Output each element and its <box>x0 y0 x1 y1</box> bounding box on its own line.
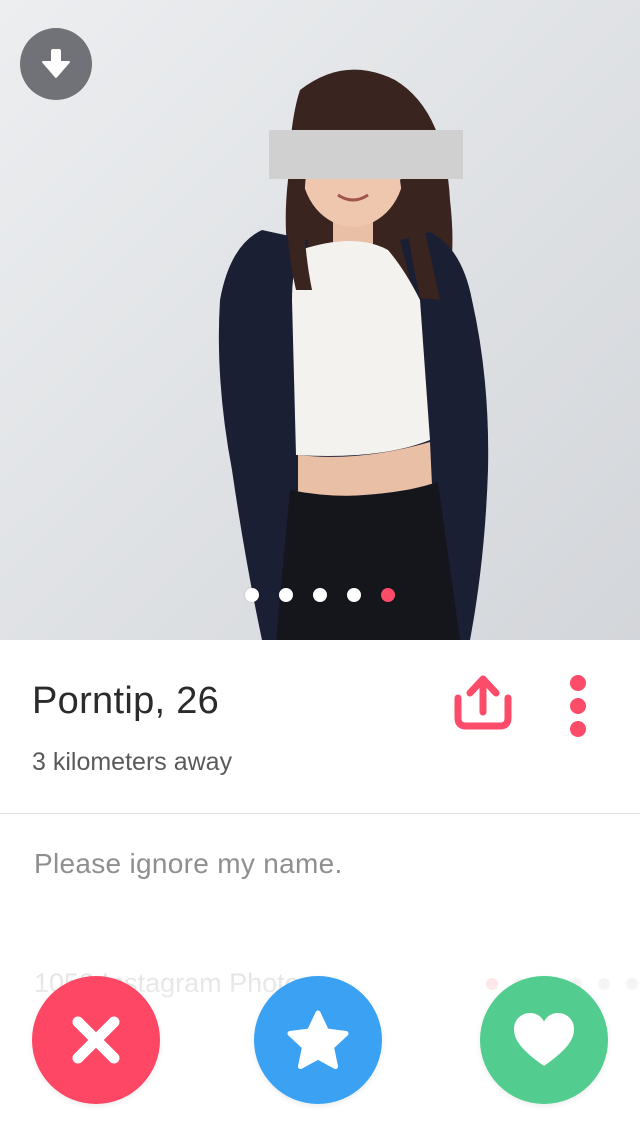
photo-dot[interactable] <box>279 588 293 602</box>
arrow-down-icon <box>42 49 70 78</box>
collapse-profile-button[interactable] <box>20 28 92 100</box>
share-button[interactable] <box>450 670 516 736</box>
profile-photo[interactable] <box>0 0 640 640</box>
profile-name-age: Porntip, 26 <box>32 680 220 722</box>
photo-dot[interactable] <box>347 588 361 602</box>
profile-screen: Porntip, 26 3 kilometers away Please ign… <box>0 0 640 1136</box>
profile-bio: Please ignore my name. <box>34 848 343 879</box>
instagram-dot <box>598 978 610 990</box>
close-icon <box>72 1016 120 1064</box>
photo-indicator <box>0 588 640 602</box>
photo-dot[interactable] <box>245 588 259 602</box>
censor-bar <box>269 130 463 179</box>
profile-info: Porntip, 26 3 kilometers away <box>0 640 640 814</box>
super-like-button[interactable] <box>254 976 382 1104</box>
share-icon <box>454 675 512 730</box>
photo-dot-active[interactable] <box>381 588 395 602</box>
instagram-dot-active <box>486 978 498 990</box>
profile-distance: 3 kilometers away <box>32 748 233 776</box>
more-vertical-icon <box>570 675 586 737</box>
instagram-dot <box>626 978 638 990</box>
nope-button[interactable] <box>32 976 160 1104</box>
star-icon <box>287 1010 349 1069</box>
heart-icon <box>514 1013 574 1066</box>
like-button[interactable] <box>480 976 608 1104</box>
photo-dot[interactable] <box>313 588 327 602</box>
photo-image <box>0 0 640 640</box>
more-options-button[interactable] <box>556 666 600 746</box>
